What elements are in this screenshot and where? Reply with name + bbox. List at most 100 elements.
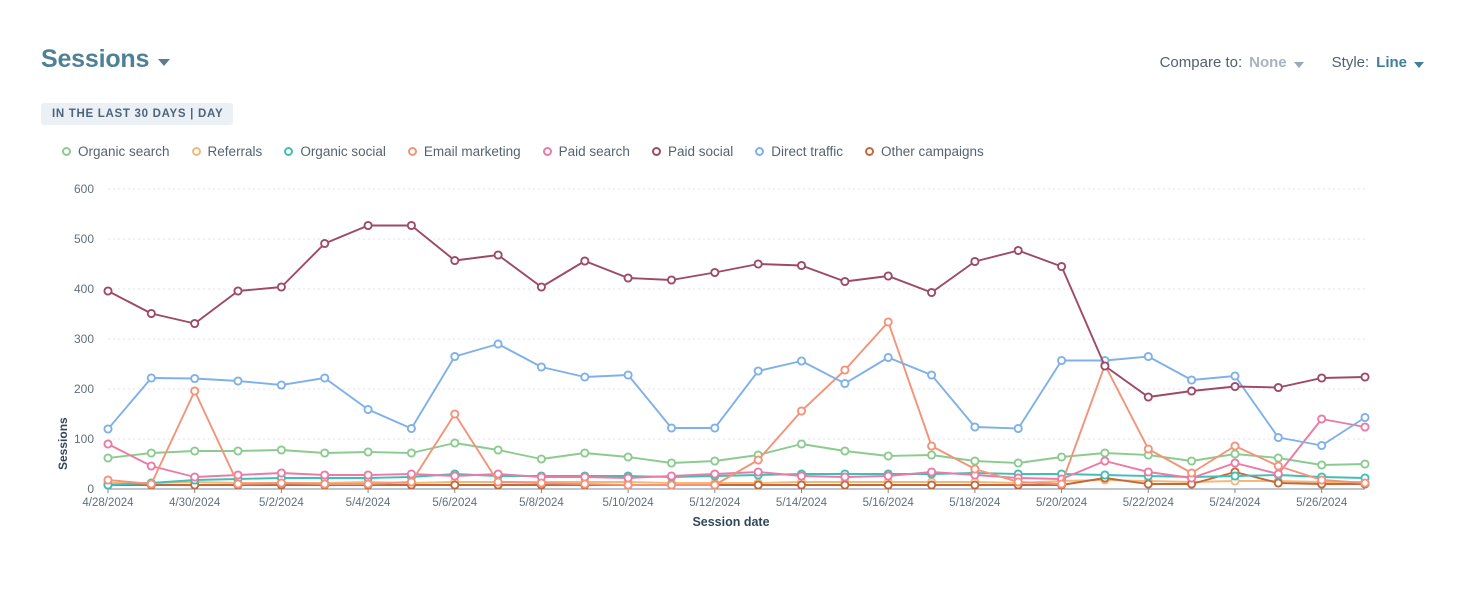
- data-point[interactable]: [753, 259, 763, 269]
- data-point[interactable]: [796, 406, 807, 416]
- data-point[interactable]: [1013, 458, 1023, 468]
- data-point[interactable]: [190, 373, 200, 384]
- data-point[interactable]: [103, 286, 113, 296]
- series-email-marketing[interactable]: [103, 317, 1370, 490]
- data-point[interactable]: [1230, 471, 1240, 481]
- data-point[interactable]: [1100, 361, 1110, 371]
- data-point[interactable]: [190, 386, 200, 396]
- data-point[interactable]: [450, 471, 460, 481]
- data-point[interactable]: [753, 467, 763, 477]
- chevron-down-icon[interactable]: [1293, 61, 1304, 68]
- data-point[interactable]: [103, 439, 113, 449]
- data-point[interactable]: [103, 453, 113, 463]
- data-point[interactable]: [1273, 469, 1283, 479]
- data-point[interactable]: [1100, 470, 1110, 480]
- data-point[interactable]: [450, 480, 460, 490]
- data-point[interactable]: [623, 273, 633, 283]
- data-point[interactable]: [927, 450, 937, 460]
- data-point[interactable]: [840, 276, 850, 287]
- data-point[interactable]: [753, 455, 763, 465]
- data-point[interactable]: [276, 380, 286, 390]
- data-point[interactable]: [1273, 461, 1283, 471]
- data-point[interactable]: [840, 365, 850, 375]
- data-point[interactable]: [103, 424, 113, 434]
- data-point[interactable]: [840, 446, 850, 456]
- series-organic-search[interactable]: [103, 438, 1370, 470]
- data-point[interactable]: [1317, 475, 1327, 485]
- data-point[interactable]: [190, 472, 200, 482]
- data-point[interactable]: [1057, 452, 1067, 462]
- data-point[interactable]: [536, 478, 546, 488]
- data-point[interactable]: [710, 267, 720, 278]
- data-point[interactable]: [363, 220, 373, 231]
- data-point[interactable]: [927, 370, 937, 380]
- data-point[interactable]: [233, 286, 243, 296]
- data-point[interactable]: [883, 352, 893, 363]
- data-point[interactable]: [1360, 412, 1370, 423]
- data-point[interactable]: [666, 480, 677, 490]
- data-point[interactable]: [493, 477, 503, 487]
- data-point[interactable]: [146, 373, 156, 383]
- compare-to-value[interactable]: None: [1249, 54, 1287, 71]
- data-point[interactable]: [536, 454, 546, 464]
- data-point[interactable]: [710, 423, 720, 433]
- data-point[interactable]: [623, 480, 633, 490]
- legend-item-referrals[interactable]: Referrals: [191, 144, 262, 159]
- data-point[interactable]: [1273, 478, 1283, 488]
- data-point[interactable]: [1100, 456, 1110, 466]
- data-point[interactable]: [190, 446, 200, 456]
- data-point[interactable]: [1273, 432, 1283, 443]
- data-point[interactable]: [363, 404, 373, 415]
- data-point[interactable]: [1057, 261, 1067, 272]
- data-point[interactable]: [1230, 449, 1240, 459]
- data-point[interactable]: [493, 250, 503, 260]
- style-value[interactable]: Line: [1376, 54, 1407, 71]
- data-point[interactable]: [883, 480, 893, 490]
- chevron-down-icon[interactable]: [1414, 61, 1424, 68]
- data-point[interactable]: [450, 351, 460, 362]
- data-point[interactable]: [1230, 441, 1240, 451]
- data-point[interactable]: [406, 423, 416, 434]
- data-point[interactable]: [1273, 453, 1283, 463]
- data-point[interactable]: [970, 456, 980, 466]
- data-point[interactable]: [146, 308, 156, 319]
- data-point[interactable]: [1187, 456, 1197, 466]
- data-point[interactable]: [536, 282, 546, 292]
- data-point[interactable]: [710, 456, 720, 466]
- data-point[interactable]: [1013, 423, 1023, 434]
- data-point[interactable]: [1187, 375, 1197, 385]
- data-point[interactable]: [450, 438, 460, 448]
- data-point[interactable]: [363, 470, 373, 480]
- data-point[interactable]: [927, 287, 937, 298]
- data-point[interactable]: [666, 458, 677, 468]
- data-point[interactable]: [493, 445, 503, 455]
- data-point[interactable]: [1143, 351, 1153, 362]
- data-point[interactable]: [927, 441, 937, 451]
- data-point[interactable]: [753, 366, 763, 376]
- data-point[interactable]: [796, 356, 807, 366]
- data-point[interactable]: [493, 339, 503, 349]
- data-point[interactable]: [1230, 458, 1240, 468]
- data-point[interactable]: [276, 478, 286, 488]
- data-point[interactable]: [796, 439, 807, 449]
- data-point[interactable]: [883, 317, 893, 327]
- series-direct-traffic[interactable]: [103, 339, 1370, 451]
- data-point[interactable]: [406, 220, 416, 231]
- data-point[interactable]: [1360, 478, 1370, 488]
- data-point[interactable]: [1057, 355, 1067, 366]
- legend-item-email-marketing[interactable]: Email marketing: [407, 144, 521, 159]
- data-point[interactable]: [623, 370, 633, 380]
- data-point[interactable]: [623, 452, 633, 462]
- data-point[interactable]: [840, 480, 850, 490]
- data-point[interactable]: [970, 464, 980, 474]
- data-point[interactable]: [103, 475, 113, 485]
- data-point[interactable]: [536, 362, 546, 372]
- data-point[interactable]: [1230, 381, 1240, 392]
- data-point[interactable]: [753, 480, 763, 490]
- data-point[interactable]: [927, 480, 937, 490]
- data-point[interactable]: [1187, 468, 1197, 478]
- data-point[interactable]: [1317, 460, 1327, 470]
- data-point[interactable]: [580, 372, 590, 382]
- data-point[interactable]: [580, 479, 590, 489]
- data-point[interactable]: [927, 467, 937, 477]
